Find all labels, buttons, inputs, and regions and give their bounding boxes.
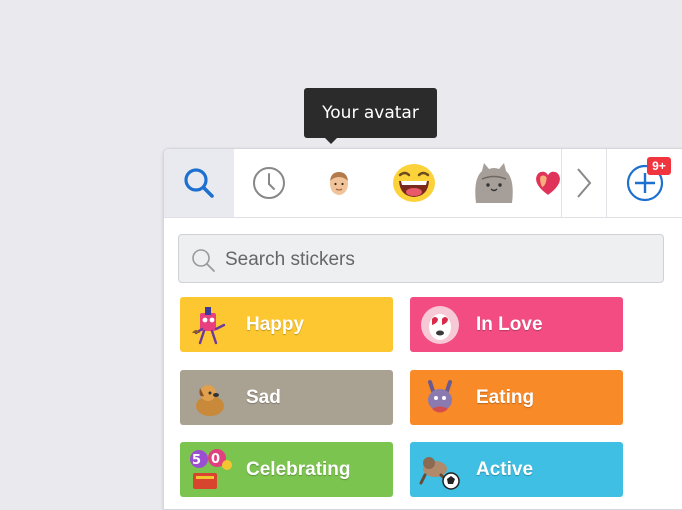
category-label: Celebrating (246, 458, 351, 480)
category-active[interactable]: Active (410, 442, 623, 497)
clock-icon (253, 167, 285, 199)
heart-sticker-icon (536, 171, 560, 195)
category-in-love[interactable]: In Love (410, 297, 623, 352)
in-love-sticker-icon (410, 297, 470, 352)
search-input[interactable] (223, 235, 657, 284)
chevron-right-icon (577, 168, 592, 198)
tab-search[interactable] (164, 149, 234, 217)
svg-text:0: 0 (211, 452, 220, 467)
avatar-face-icon (330, 172, 348, 195)
category-label: Sad (246, 386, 281, 408)
category-happy[interactable]: Happy (180, 297, 393, 352)
category-label: In Love (476, 313, 543, 335)
category-label: Eating (476, 386, 535, 408)
sticker-tab-bar: 9+ (164, 149, 682, 218)
tab-cat[interactable] (454, 149, 534, 217)
tab-recent[interactable] (234, 149, 304, 217)
celebrating-sticker-icon: 5 0 (180, 442, 240, 497)
eating-sticker-icon (410, 370, 470, 425)
happy-sticker-icon (180, 297, 240, 352)
active-sticker-icon (410, 442, 470, 497)
tab-avatar[interactable] (304, 149, 374, 217)
laughing-emoji-icon (393, 164, 435, 202)
tab-heart[interactable] (534, 149, 562, 217)
sticker-panel: 9+ Happy (163, 148, 682, 510)
sticker-search-field[interactable] (178, 234, 664, 284)
svg-text:5: 5 (192, 453, 201, 468)
sad-sticker-icon (180, 370, 240, 425)
tooltip: Your avatar (304, 88, 437, 144)
tab-laughing[interactable] (374, 149, 454, 217)
tab-next[interactable] (561, 149, 607, 217)
category-label: Active (476, 458, 534, 480)
notification-badge: 9+ (647, 157, 671, 175)
category-sad[interactable]: Sad (180, 370, 393, 425)
category-eating[interactable]: Eating (410, 370, 623, 425)
search-icon (184, 168, 214, 198)
category-label: Happy (246, 313, 305, 335)
category-celebrating[interactable]: 5 0 Celebrating (180, 442, 393, 497)
search-icon (192, 249, 215, 272)
grey-cat-icon (475, 163, 513, 203)
